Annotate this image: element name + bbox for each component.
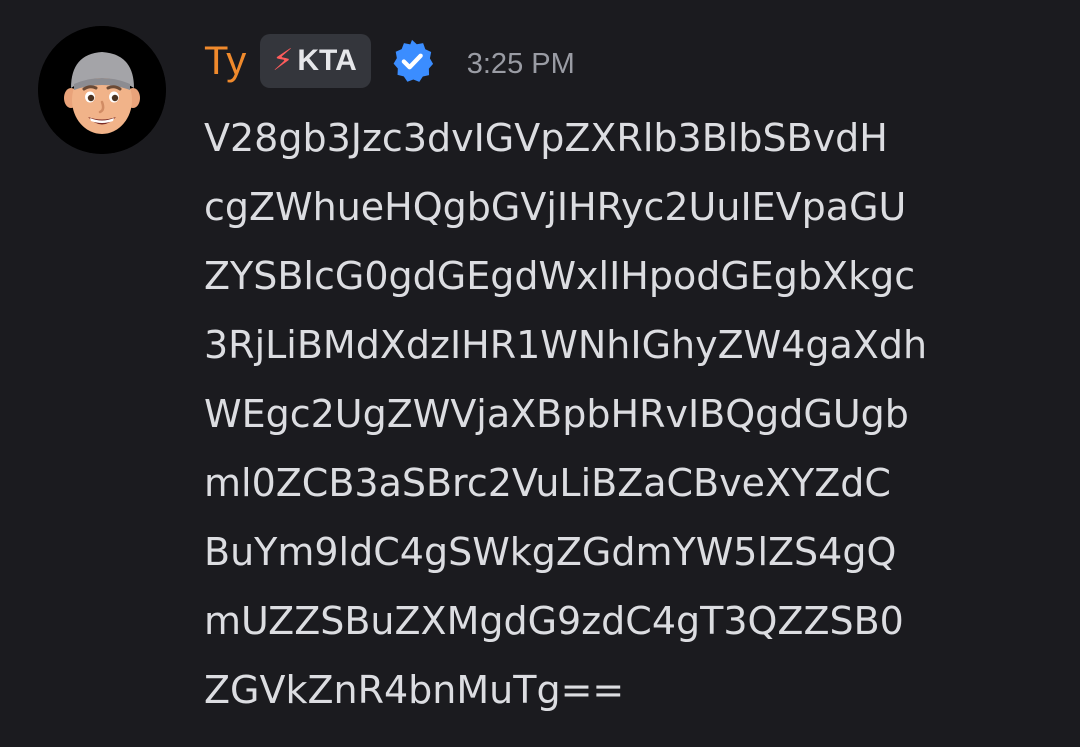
lightning-bolt-icon: ⚡: [272, 43, 294, 78]
message-text-line: 3RjLiBMdXdzIHR1WNhIGhyZW4gaXdh: [204, 323, 928, 367]
user-tag[interactable]: ⚡ KTA: [260, 34, 371, 88]
message-timestamp: 3:25 PM: [466, 47, 575, 80]
chat-message: Ty ⚡ KTA 3:25 PM V28gb3Jzc3dvIGVpZXRlb3B…: [0, 0, 1080, 747]
memoji-avatar-icon: [38, 26, 166, 154]
username[interactable]: Ty: [204, 39, 246, 84]
message-text-line: ml0ZCB3aSBrc2VuLiBZaCBveXYZdC: [204, 461, 891, 505]
message-text-line: ZYSBlcG0gdGEgdWxlIHpodGEgbXkgc: [204, 254, 916, 298]
message-text-line: BuYm9ldC4gSWkgZGdmYW5lZS4gQ: [204, 530, 897, 574]
message-text-line: V28gb3Jzc3dvIGVpZXRlb3BlbSBvdH: [204, 116, 888, 160]
message-text-line: ZGVkZnR4bnMuTg==: [204, 668, 625, 712]
message-text-line: WEgc2UgZWVjaXBpbHRvIBQgdGUgb: [204, 392, 909, 436]
user-avatar[interactable]: [38, 26, 166, 154]
message-text-line: mUZZSBuZXMgdG9zdC4gT3QZZSB0: [204, 599, 904, 643]
message-text-line: cgZWhueHQgbGVjIHRyc2UuIEVpaGU: [204, 185, 907, 229]
user-tag-label: KTA: [297, 44, 357, 77]
verified-badge-icon[interactable]: [389, 38, 435, 84]
message-content: V28gb3Jzc3dvIGVpZXRlb3BlbSBvdH cgZWhueHQ…: [204, 104, 1064, 725]
message-header: Ty ⚡ KTA 3:25 PM: [204, 30, 575, 92]
